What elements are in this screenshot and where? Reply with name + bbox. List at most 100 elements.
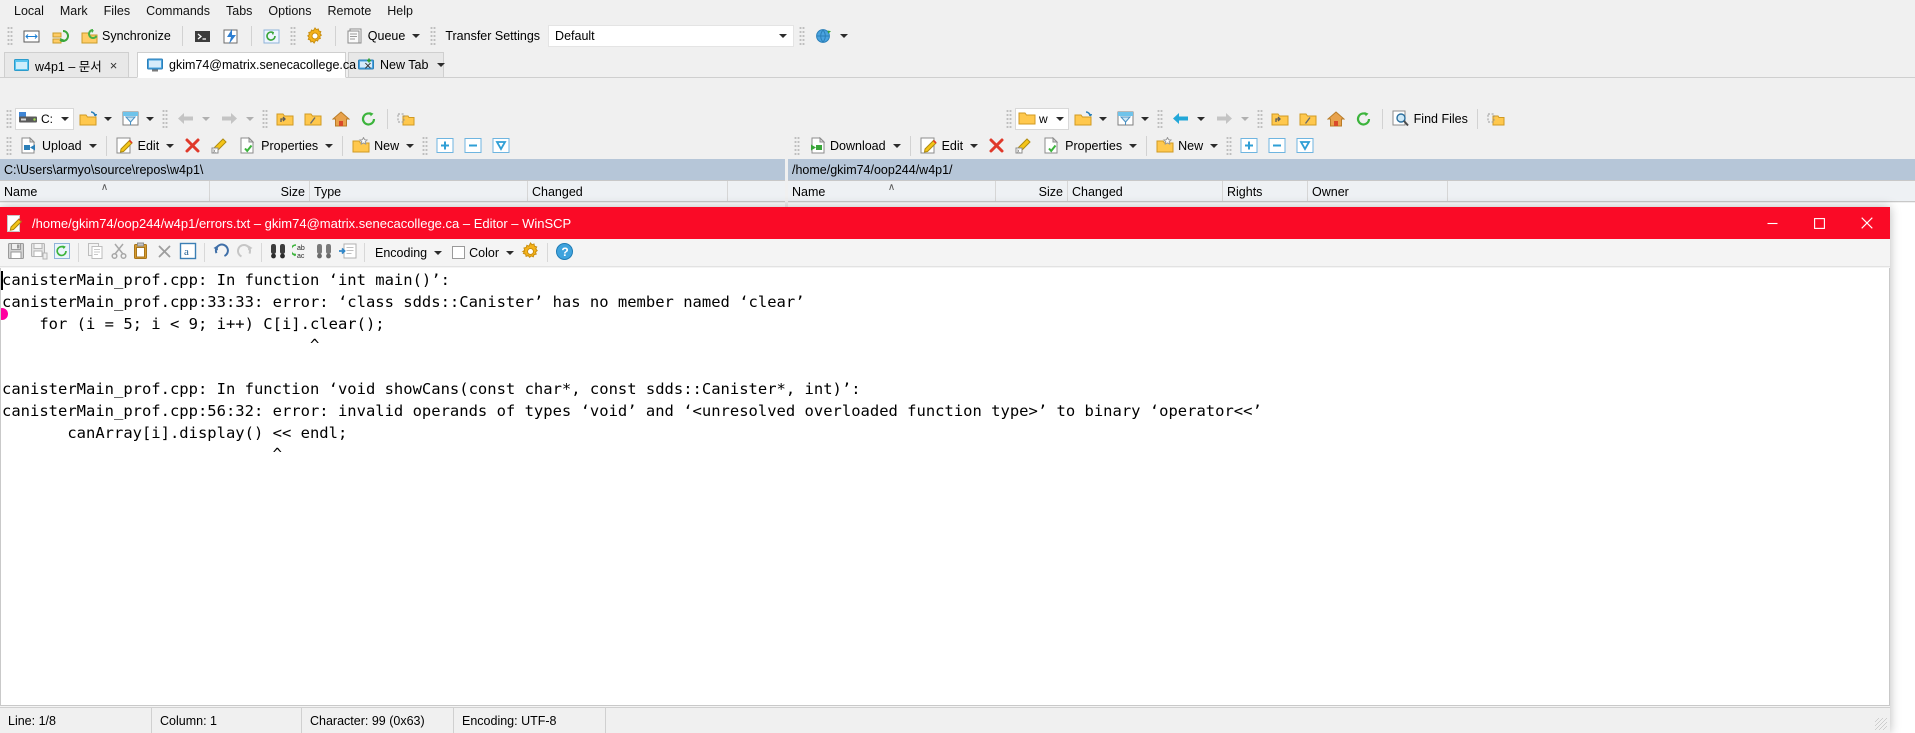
chevron-down-icon[interactable] [1098,116,1107,121]
remote-edit-button[interactable]: Edit [915,134,984,158]
chevron-down-icon[interactable] [892,143,901,148]
remote-back-button[interactable] [1166,107,1210,131]
close-icon[interactable]: × [110,58,118,73]
transfer-settings-combo[interactable]: Default [548,25,795,47]
local-column-changed[interactable]: Changed [528,181,728,201]
editor-find-next-button[interactable] [313,241,336,264]
remote-delete-button[interactable] [983,134,1010,158]
editor-undo-button[interactable] [210,241,233,264]
chevron-down-icon[interactable] [412,34,421,38]
remote-invert-selection-button[interactable] [1291,134,1319,158]
local-invert-selection-button[interactable] [487,134,515,158]
split-panes-button[interactable] [18,24,45,48]
tab-new-tab[interactable]: New Tab [348,52,446,78]
chevron-down-icon[interactable] [434,250,443,255]
queue-button[interactable]: Queue [342,24,426,48]
local-column-name[interactable]: ∧ Name [0,181,210,201]
remote-open-directory-button[interactable] [1069,107,1112,131]
chevron-down-icon[interactable] [1210,143,1219,148]
remote-path-bar[interactable]: /home/gkim74/oop244/w4p1/ [788,159,1915,180]
local-properties-button[interactable]: Properties [234,134,338,158]
download-button[interactable]: Download [803,134,906,158]
remote-properties-button[interactable]: Properties [1038,134,1142,158]
remote-rename-button[interactable]: x [1010,134,1038,158]
local-edit-button[interactable]: Edit [111,134,180,158]
toolbar-grip[interactable] [794,135,800,156]
editor-redo-button[interactable] [233,241,256,264]
local-open-directory-button[interactable] [74,107,117,131]
chevron-down-icon[interactable] [437,63,446,67]
synchronize-button[interactable]: Synchronize [76,24,176,48]
editor-replace-button[interactable]: ab ac [290,241,313,264]
local-parent-directory-button[interactable] [271,107,299,131]
chevron-down-icon[interactable] [104,116,112,121]
editor-find-button[interactable] [267,241,290,264]
toolbar-grip[interactable] [262,108,268,129]
local-rename-button[interactable]: x [206,134,234,158]
remote-new-button[interactable]: New [1151,134,1223,158]
toolbar-grip[interactable] [7,26,13,46]
menu-item-options[interactable]: Options [260,1,319,21]
chevron-down-icon[interactable] [202,116,210,121]
menu-item-remote[interactable]: Remote [320,1,380,21]
chevron-down-icon[interactable] [146,116,154,121]
remote-root-directory-button[interactable] [1294,107,1322,131]
chevron-down-icon[interactable] [970,143,979,148]
editor-save-button[interactable] [4,241,27,264]
session-settings-button[interactable] [810,24,853,48]
editor-title-bar[interactable]: /home/gkim74/oop244/w4p1/errors.txt – gk… [0,207,1890,239]
preferences-button[interactable] [301,24,329,48]
remote-column-name[interactable]: ∧ Name [788,181,996,201]
chevron-down-icon[interactable] [1129,143,1138,148]
toolbar-grip[interactable] [162,108,168,129]
local-unselect-button[interactable] [459,134,487,158]
editor-text-content[interactable]: canisterMain_prof.cpp: In function ‘int … [1,268,1889,466]
chevron-down-icon[interactable] [1140,116,1149,121]
chevron-down-icon[interactable] [1196,116,1205,121]
remote-directory-combo[interactable]: w [1015,107,1069,130]
remote-forward-button[interactable] [1210,107,1254,131]
editor-cut-button[interactable] [107,241,130,264]
resize-grip[interactable] [1875,718,1887,730]
toolbar-grip[interactable] [6,135,12,156]
editor-encoding-button[interactable]: Encoding [370,241,447,264]
menu-item-files[interactable]: Files [96,1,138,21]
menu-item-tabs[interactable]: Tabs [218,1,260,21]
minimize-button[interactable] [1749,207,1796,239]
chevron-down-icon[interactable] [506,250,514,255]
open-console-button[interactable] [189,24,216,48]
editor-delete-button[interactable] [153,241,176,264]
remote-column-owner[interactable]: Owner [1308,181,1448,201]
chevron-down-icon[interactable] [325,143,334,148]
maximize-button[interactable] [1796,207,1843,239]
local-home-directory-button[interactable] [327,107,355,131]
chevron-down-icon[interactable] [88,143,97,148]
remote-column-rights[interactable]: Rights [1223,181,1308,201]
remote-filter-button[interactable] [1112,107,1154,131]
editor-save-as-button[interactable] [27,241,50,264]
tab-session-matrix[interactable]: gkim74@matrix.senecacollege.ca × [137,52,372,78]
remote-column-changed[interactable]: Changed [1068,181,1223,201]
chevron-down-icon[interactable] [406,143,415,148]
chevron-down-icon[interactable] [166,143,175,148]
upload-button[interactable]: Upload [15,134,102,158]
toolbar-grip[interactable] [1256,108,1263,129]
local-drive-combo[interactable]: C: [15,107,74,130]
menu-item-commands[interactable]: Commands [138,1,218,21]
local-back-button[interactable] [171,107,215,131]
remote-home-directory-button[interactable] [1322,107,1350,131]
editor-text-pane[interactable]: canisterMain_prof.cpp: In function ‘int … [0,268,1890,706]
editor-paste-button[interactable] [130,241,153,264]
menu-item-mark[interactable]: Mark [52,1,96,21]
local-select-button[interactable] [431,134,459,158]
toolbar-grip[interactable] [1156,108,1163,129]
menu-item-help[interactable]: Help [379,1,421,21]
local-drive-dropdown[interactable] [56,108,71,130]
local-new-directory-button[interactable] [392,107,420,131]
remote-directory-dropdown[interactable] [1051,108,1066,130]
editor-go-to-line-button[interactable] [336,241,359,264]
remote-select-button[interactable] [1235,134,1263,158]
editor-preferences-button[interactable] [519,241,542,264]
local-filter-button[interactable] [117,107,159,131]
synchronize-browsing-button[interactable] [47,24,74,48]
